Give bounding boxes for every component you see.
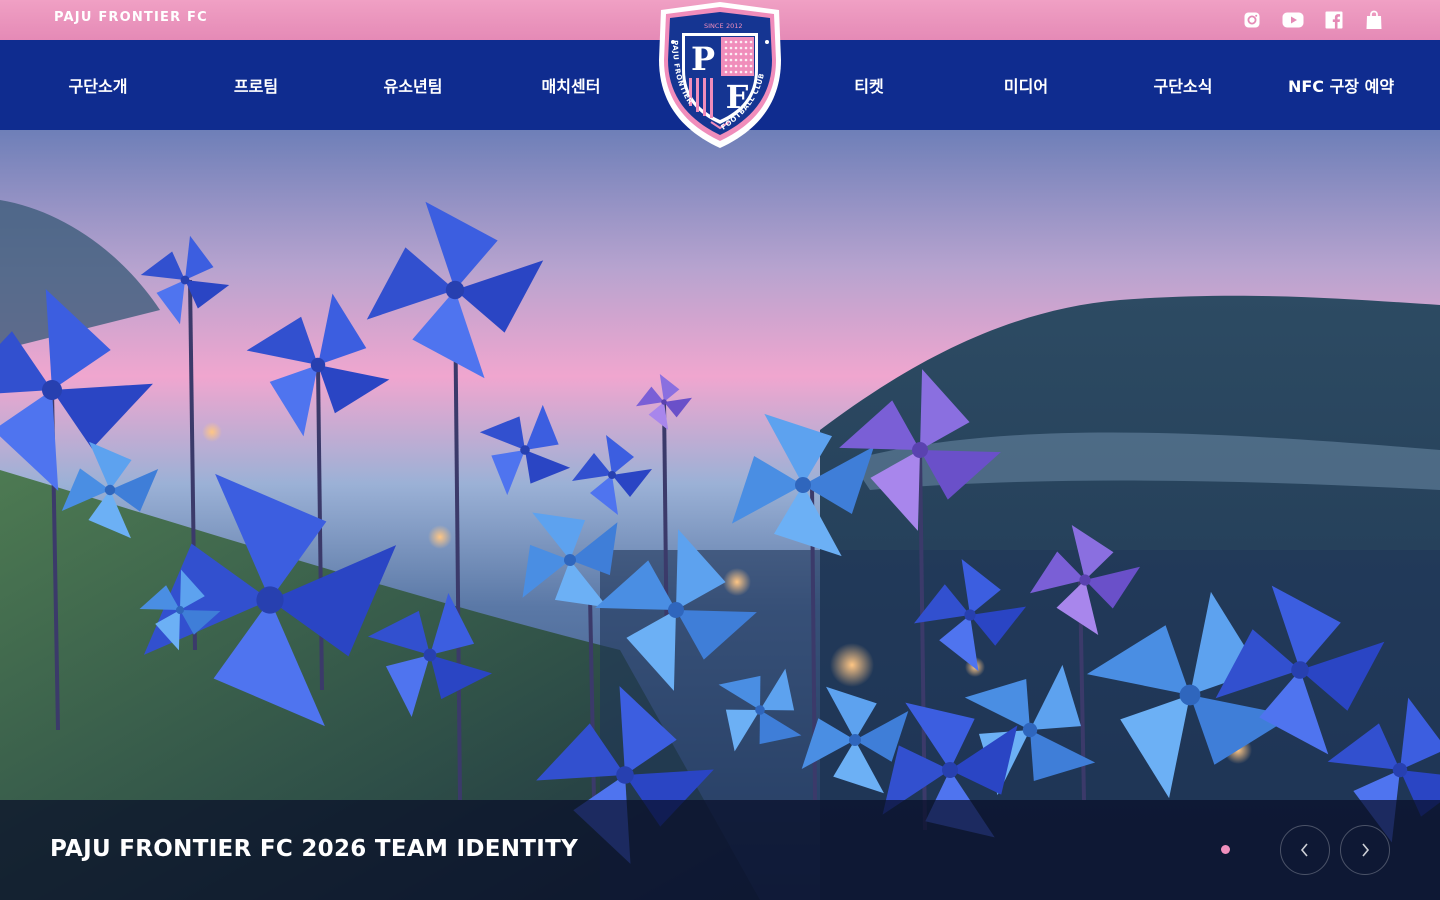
nav-item-about[interactable]: 구단소개 — [43, 40, 153, 130]
crest-letter-p: P — [691, 40, 715, 78]
nav-item-media[interactable]: 미디어 — [971, 40, 1081, 130]
crest-year-text: 2012 — [726, 22, 743, 30]
youtube-icon[interactable] — [1282, 8, 1304, 32]
hero-background-image — [0, 130, 1440, 900]
nav-item-youth-team[interactable]: 유소년팀 — [358, 40, 468, 130]
facebook-icon[interactable] — [1324, 8, 1344, 32]
chevron-right-icon — [1362, 843, 1370, 857]
nav-item-news[interactable]: 구단소식 — [1128, 40, 1238, 130]
slide-indicator-dot[interactable] — [1221, 845, 1230, 854]
slide-title[interactable]: PAJU FRONTIER FC 2026 TEAM IDENTITY — [50, 836, 578, 862]
crest-since-text: SINCE — [704, 22, 724, 30]
nav-item-pro-team[interactable]: 프로팀 — [201, 40, 311, 130]
hero-slider — [0, 130, 1440, 900]
next-slide-button[interactable] — [1340, 825, 1390, 875]
nav-item-match-center[interactable]: 매치센터 — [516, 40, 626, 130]
prev-slide-button[interactable] — [1280, 825, 1330, 875]
club-crest-logo[interactable]: SINCE 2012 P F PAJU FRONTIER FOOTBALL CL… — [655, 0, 785, 150]
brand-text[interactable]: PAJU FRONTIER FC — [54, 10, 208, 25]
nav-item-tickets[interactable]: 티켓 — [814, 40, 924, 130]
chevron-left-icon — [1300, 843, 1308, 857]
social-links — [1242, 8, 1384, 32]
instagram-icon[interactable] — [1242, 8, 1262, 32]
nav-item-nfc-reservation[interactable]: NFC 구장 예약 — [1276, 40, 1406, 130]
shopping-bag-icon[interactable] — [1364, 8, 1384, 32]
